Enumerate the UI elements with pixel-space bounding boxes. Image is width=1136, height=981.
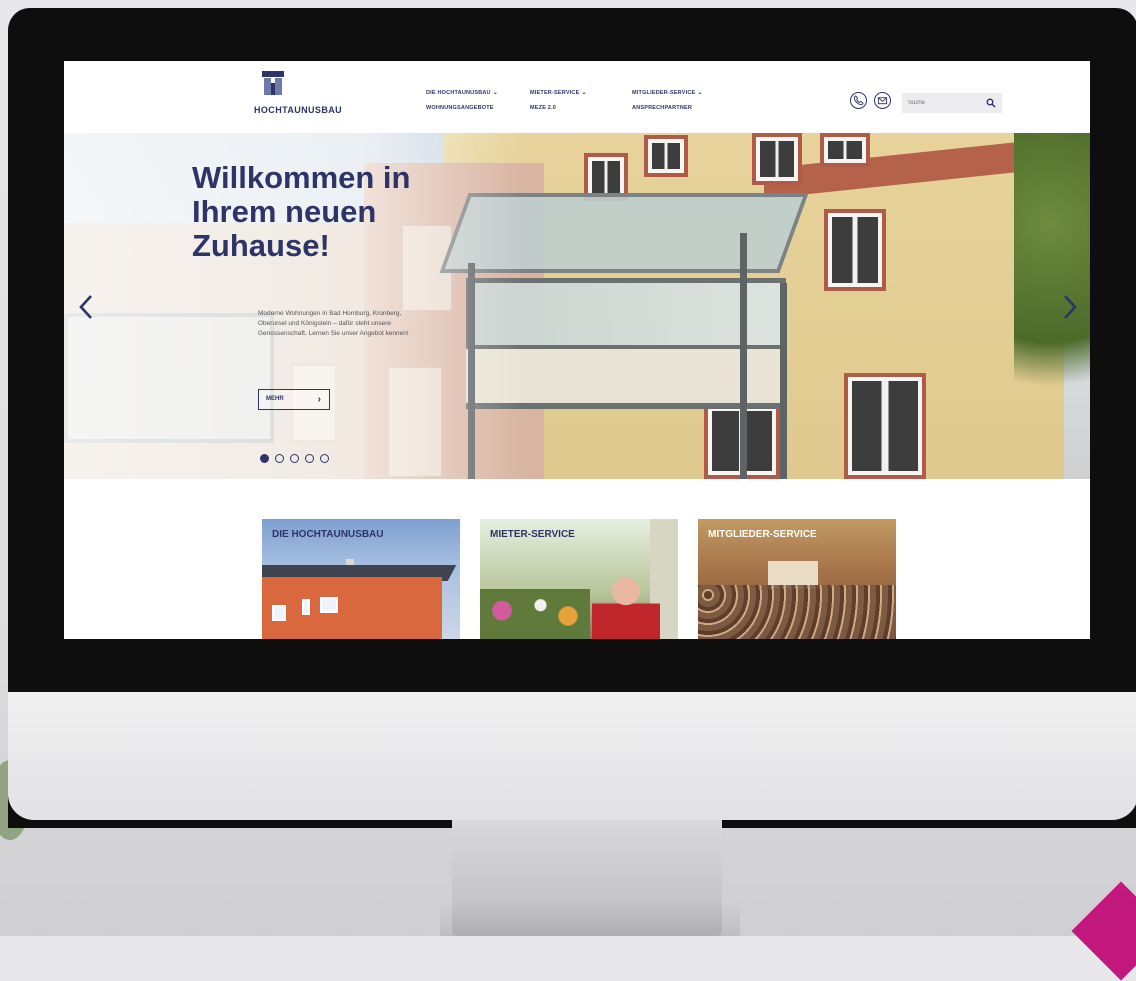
hero-window bbox=[644, 135, 688, 177]
nav-label: MIETER-SERVICE bbox=[530, 90, 580, 96]
nav-die-hochtaunusbau[interactable]: DIE HOCHTAUNUSBAU ⌄ bbox=[426, 89, 498, 96]
logo[interactable]: HOCHTAUNUSBAU bbox=[254, 71, 364, 125]
nav-column-1: DIE HOCHTAUNUSBAU ⌄ WOHNUNGSANGEBOTE bbox=[426, 89, 498, 120]
slider-dots bbox=[260, 450, 335, 463]
site-header: HOCHTAUNUSBAU DIE HOCHTAUNUSBAU ⌄ WOHNUNG… bbox=[64, 61, 1090, 133]
hero-window bbox=[820, 133, 870, 167]
mail-icon bbox=[877, 97, 888, 105]
nav-mitglieder-service[interactable]: MITGLIEDER-SERVICE ⌄ bbox=[632, 89, 703, 96]
monitor-chin bbox=[8, 692, 1136, 820]
slider-dot[interactable] bbox=[290, 454, 299, 463]
nav-label: DIE HOCHTAUNUSBAU bbox=[426, 90, 491, 96]
phone-button[interactable] bbox=[850, 92, 867, 109]
tile-label: MITGLIEDER-SERVICE bbox=[708, 529, 817, 540]
nav-column-3: MITGLIEDER-SERVICE ⌄ ANSPRECHPARTNER bbox=[632, 89, 703, 120]
tile-person-image bbox=[592, 571, 660, 639]
chevron-down-icon: ⌄ bbox=[581, 90, 587, 96]
tile-house-window bbox=[302, 599, 310, 615]
slider-dot[interactable] bbox=[275, 454, 284, 463]
more-button-label: MEHR bbox=[266, 396, 284, 402]
nav-label: MEZE 2.0 bbox=[530, 105, 557, 111]
hero-tree bbox=[1014, 133, 1090, 433]
nav-mieter-service[interactable]: MIETER-SERVICE ⌄ bbox=[530, 89, 587, 96]
tile-house-window bbox=[272, 605, 286, 621]
hero-window bbox=[752, 133, 802, 185]
search-box bbox=[902, 93, 1002, 113]
tile-flowers-image bbox=[480, 589, 590, 639]
slider-dot[interactable] bbox=[320, 454, 329, 463]
chevron-down-icon: ⌄ bbox=[697, 90, 703, 96]
nav-label: MITGLIEDER-SERVICE bbox=[632, 90, 696, 96]
house-logo-icon bbox=[262, 71, 284, 95]
tile-crowd-image bbox=[698, 585, 896, 639]
tile-die-hochtaunusbau[interactable]: DIE HOCHTAUNUSBAU bbox=[262, 519, 460, 639]
balcony-post bbox=[780, 283, 787, 479]
nav-meze[interactable]: MEZE 2.0 bbox=[530, 105, 587, 111]
tile-house-window bbox=[320, 597, 338, 613]
tile-label: DIE HOCHTAUNUSBAU bbox=[272, 529, 384, 540]
tile-house-image bbox=[262, 577, 442, 639]
website-screen: HOCHTAUNUSBAU DIE HOCHTAUNUSBAU ⌄ WOHNUNG… bbox=[64, 61, 1090, 639]
hero-text: Moderne Wohnungen in Bad Homburg, Kronbe… bbox=[258, 310, 409, 337]
chevron-down-icon: ⌄ bbox=[492, 90, 498, 96]
slider-dot[interactable] bbox=[260, 454, 269, 463]
tile-mieter-service[interactable]: MIETER-SERVICE bbox=[480, 519, 678, 639]
nav-ansprechpartner[interactable]: ANSPRECHPARTNER bbox=[632, 105, 703, 111]
mail-button[interactable] bbox=[874, 92, 891, 109]
search-input[interactable] bbox=[908, 98, 978, 108]
chevron-right-icon: › bbox=[317, 394, 321, 405]
hero-window bbox=[844, 373, 926, 479]
nav-label: ANSPRECHPARTNER bbox=[632, 105, 693, 111]
nav-label: WOHNUNGSANGEBOTE bbox=[426, 105, 494, 111]
balcony-post bbox=[740, 233, 747, 479]
next-slide-arrow-icon[interactable] bbox=[1062, 293, 1078, 321]
search-icon[interactable] bbox=[986, 98, 996, 108]
hero-window bbox=[824, 209, 886, 291]
hero-slider: Willkommen in Ihrem neuen Zuhause! Moder… bbox=[64, 133, 1090, 479]
stand-shadow bbox=[440, 900, 740, 936]
nav-column-2: MIETER-SERVICE ⌄ MEZE 2.0 bbox=[530, 89, 587, 120]
nav-wohnungsangebote[interactable]: WOHNUNGSANGEBOTE bbox=[426, 105, 498, 111]
tile-label: MIETER-SERVICE bbox=[490, 529, 575, 540]
hero-title: Willkommen in Ihrem neuen Zuhause! bbox=[192, 160, 411, 263]
more-button[interactable]: MEHR › bbox=[258, 389, 330, 410]
logo-text: HOCHTAUNUSBAU bbox=[254, 105, 343, 115]
slider-dot[interactable] bbox=[305, 454, 314, 463]
prev-slide-arrow-icon[interactable] bbox=[78, 293, 94, 321]
decorative-corner bbox=[1071, 881, 1136, 981]
phone-icon bbox=[853, 95, 864, 106]
tile-mitglieder-service[interactable]: MITGLIEDER-SERVICE bbox=[698, 519, 896, 639]
